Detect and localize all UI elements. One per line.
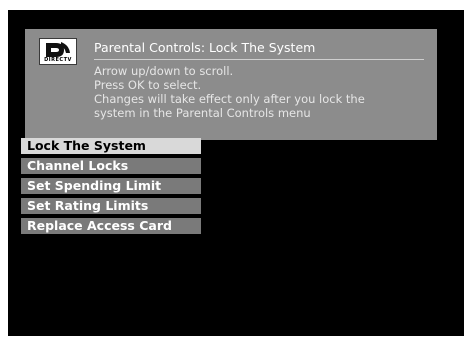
menu-item-set-spending-limit[interactable]: Set Spending Limit: [21, 178, 201, 194]
help-line: Changes will take effect only after you …: [94, 92, 365, 106]
logo-text: DIRECTV: [44, 57, 72, 63]
help-text: Arrow up/down to scroll. Press OK to sel…: [94, 64, 429, 120]
help-line: system in the Parental Controls menu: [94, 106, 311, 120]
info-panel: DIRECTV Parental Controls: Lock The Syst…: [25, 29, 437, 140]
help-line: Press OK to select.: [94, 78, 202, 92]
page-title: Parental Controls: Lock The System: [94, 40, 316, 55]
menu-item-set-rating-limits[interactable]: Set Rating Limits: [21, 198, 201, 214]
help-line: Arrow up/down to scroll.: [94, 64, 234, 78]
menu-item-channel-locks[interactable]: Channel Locks: [21, 158, 201, 174]
parental-controls-menu: Lock The System Channel Locks Set Spendi…: [21, 138, 201, 238]
directv-logo-icon: [46, 42, 70, 57]
directv-logo: DIRECTV: [39, 38, 77, 65]
menu-item-replace-access-card[interactable]: Replace Access Card: [21, 218, 201, 234]
title-divider: [94, 59, 424, 60]
menu-item-lock-the-system[interactable]: Lock The System: [21, 138, 201, 154]
